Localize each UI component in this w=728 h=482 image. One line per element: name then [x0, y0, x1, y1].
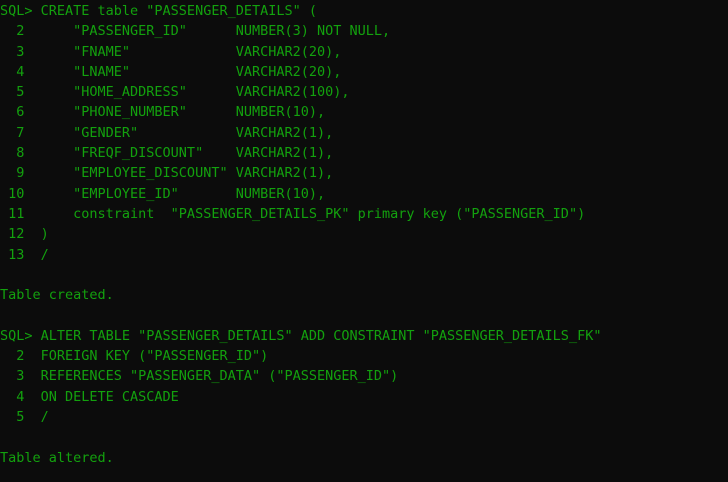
sql-create-statement-line: SQL> CREATE table "PASSENGER_DETAILS" ( — [0, 3, 317, 19]
slash-terminator-line: 13 / — [0, 246, 49, 263]
column-freqf-discount-line: 8 "FREQF_DISCOUNT" VARCHAR2(1), — [0, 145, 334, 162]
table-created-message: Table created. — [0, 287, 114, 304]
foreign-key-line: 2 FOREIGN KEY ("PASSENGER_ID") — [0, 348, 269, 365]
column-employee-discount-line: 9 "EMPLOYEE_DISCOUNT" VARCHAR2(1), — [0, 165, 334, 182]
close-paren-line: 12 ) — [0, 226, 49, 243]
references-line: 3 REFERENCES "PASSENGER_DATA" ("PASSENGE… — [0, 368, 399, 385]
on-delete-cascade-line: 4 ON DELETE CASCADE — [0, 388, 179, 405]
primary-key-constraint-line: 11 constraint "PASSENGER_DETAILS_PK" pri… — [0, 205, 586, 222]
column-gender-line: 7 "GENDER" VARCHAR2(1), — [0, 124, 334, 141]
column-home-address-line: 5 "HOME_ADDRESS" VARCHAR2(100), — [0, 84, 350, 101]
sql-alter-statement-line: SQL> ALTER TABLE "PASSENGER_DETAILS" ADD… — [0, 327, 602, 344]
column-passenger-id-line: 2 "PASSENGER_ID" NUMBER(3) NOT NULL, — [0, 23, 391, 40]
column-employee-id-line: 10 "EMPLOYEE_ID" NUMBER(10), — [0, 185, 326, 202]
column-phone-number-line: 6 "PHONE_NUMBER" NUMBER(10), — [0, 104, 326, 121]
column-lname-line: 4 "LNAME" VARCHAR2(20), — [0, 63, 342, 80]
table-altered-message: Table altered. — [0, 449, 114, 466]
slash-terminator-line: 5 / — [0, 408, 49, 425]
column-fname-line: 3 "FNAME" VARCHAR2(20), — [0, 43, 342, 60]
terminal-output[interactable]: SQL> CREATE table "PASSENGER_DETAILS" ( … — [0, 0, 728, 482]
